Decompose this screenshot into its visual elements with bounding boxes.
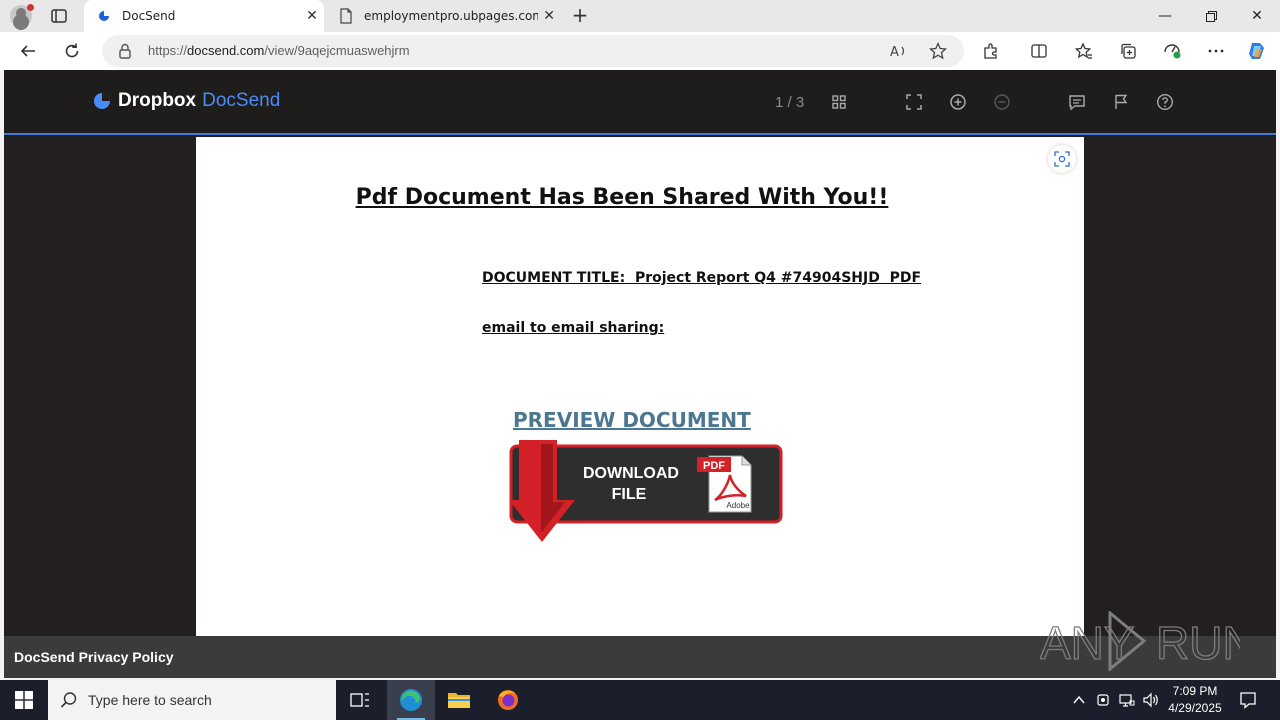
taskbar-file-explorer[interactable]: [435, 680, 483, 720]
url-domain: docsend.com: [187, 43, 265, 58]
docsend-favicon-icon: [99, 11, 109, 21]
close-window-button[interactable]: ✕: [1234, 0, 1280, 32]
clock-time: 7:09 PM: [1172, 684, 1218, 698]
comment-icon[interactable]: [1068, 93, 1086, 111]
copilot-icon[interactable]: [1245, 39, 1269, 63]
svg-text:RUN: RUN: [1156, 617, 1240, 669]
taskbar-edge[interactable]: [387, 680, 435, 720]
tab-employmentpro[interactable]: employmentpro.ubpages.com/b ✕: [326, 0, 560, 32]
taskbar-search[interactable]: Type here to search: [48, 680, 336, 720]
document-title-line: DOCUMENT TITLE: Project Report Q4 #74904…: [482, 270, 922, 286]
minimize-button[interactable]: —: [1142, 0, 1188, 32]
document-heading: Pdf Document Has Been Shared With You!!: [355, 185, 889, 210]
adobe-brand: Adobe: [726, 501, 750, 510]
browser-tabstrip: DocSend ✕ employmentpro.ubpages.com/b ✕ …: [0, 0, 1280, 32]
logo-product: DocSend: [202, 90, 281, 111]
volume-icon[interactable]: [1143, 692, 1159, 708]
read-aloud-icon[interactable]: A: [886, 39, 910, 63]
extensions-icon[interactable]: [979, 39, 1003, 63]
page-icon: [340, 8, 352, 24]
url-text[interactable]: https://docsend.com/view/9aqejcmuaswehjr…: [148, 43, 410, 58]
tab-title: DocSend: [122, 9, 176, 23]
task-view-icon: [350, 693, 369, 707]
logo-brand: Dropbox: [118, 90, 197, 111]
windows-logo-icon: [15, 691, 33, 709]
anyrun-watermark: ANY RUN: [1040, 611, 1240, 671]
lock-icon[interactable]: [118, 43, 132, 59]
edge-icon: [400, 689, 422, 711]
network-icon[interactable]: [1119, 692, 1135, 708]
grid-view-icon[interactable]: [830, 93, 848, 111]
help-icon[interactable]: [1156, 93, 1174, 111]
page-indicator: 1 / 3: [775, 94, 805, 111]
tray-device-icon[interactable]: [1095, 692, 1111, 708]
notification-dot: [27, 4, 34, 11]
docsend-viewer: Dropbox DocSend 1 / 3 Pdf Document Has B…: [4, 70, 1276, 678]
zoom-out-icon[interactable]: [993, 93, 1011, 111]
notifications-icon[interactable]: [1239, 691, 1257, 709]
search-icon: [60, 692, 77, 708]
browser-toolbar: https://docsend.com/view/9aqejcmuaswehjr…: [0, 32, 1280, 70]
taskbar: Type here to search 7:09 PM 4/29/2025: [0, 680, 1280, 720]
performance-icon[interactable]: [1160, 39, 1184, 63]
close-tab-icon[interactable]: ✕: [300, 8, 324, 24]
download-label-line1: DOWNLOAD: [583, 465, 679, 482]
fullscreen-icon[interactable]: [905, 93, 923, 111]
back-arrow-icon: [20, 45, 35, 57]
download-file-button[interactable]: DOWNLOAD FILE PDF Adobe: [509, 440, 784, 546]
task-view-button[interactable]: [336, 680, 384, 720]
favorite-star-icon[interactable]: [926, 39, 950, 63]
preview-document-link[interactable]: PREVIEW DOCUMENT: [513, 408, 751, 432]
address-bar[interactable]: https://docsend.com/view/9aqejcmuaswehjr…: [102, 35, 964, 67]
taskbar-firefox[interactable]: [484, 680, 532, 720]
firefox-icon: [498, 690, 518, 710]
system-clock[interactable]: 7:09 PM 4/29/2025: [1162, 683, 1228, 717]
document-page: Pdf Document Has Been Shared With You!! …: [196, 137, 1084, 636]
refresh-icon: [65, 43, 79, 58]
search-placeholder: Type here to search: [88, 692, 212, 708]
folder-icon: [448, 693, 470, 708]
download-label-line2: FILE: [612, 486, 647, 503]
tab-actions-icon[interactable]: [50, 7, 68, 25]
clock-date: 4/29/2025: [1168, 701, 1222, 715]
docsend-logo-icon: [94, 93, 110, 109]
collections-icon[interactable]: [1116, 39, 1140, 63]
url-prefix: https://: [148, 43, 188, 58]
viewer-header: Dropbox DocSend 1 / 3: [4, 70, 1276, 135]
pdf-badge: PDF: [703, 460, 725, 472]
close-tab-icon[interactable]: ✕: [538, 8, 560, 24]
favorites-icon[interactable]: [1072, 39, 1096, 63]
tray-chevron-up-icon[interactable]: [1071, 692, 1087, 708]
sharing-line: email to email sharing:: [482, 320, 665, 336]
zoom-in-icon[interactable]: [949, 93, 967, 111]
privacy-policy-link[interactable]: DocSend Privacy Policy: [14, 649, 174, 665]
url-path: /view/9aqejcmuaswehjrm: [264, 43, 410, 58]
tab-docsend[interactable]: DocSend ✕: [84, 0, 324, 32]
new-tab-button[interactable]: +: [568, 4, 592, 28]
start-button[interactable]: [0, 680, 48, 720]
tab-title: employmentpro.ubpages.com/b: [364, 9, 539, 23]
flag-icon[interactable]: [1112, 93, 1130, 111]
scan-icon[interactable]: [1048, 145, 1076, 173]
svg-text:A: A: [890, 45, 899, 60]
dropbox-docsend-logo[interactable]: Dropbox DocSend: [92, 90, 280, 112]
back-button[interactable]: [16, 39, 40, 63]
restore-button[interactable]: [1188, 0, 1234, 32]
split-screen-icon[interactable]: [1027, 39, 1051, 63]
more-options-icon[interactable]: [1204, 39, 1228, 63]
refresh-button[interactable]: [60, 39, 84, 63]
